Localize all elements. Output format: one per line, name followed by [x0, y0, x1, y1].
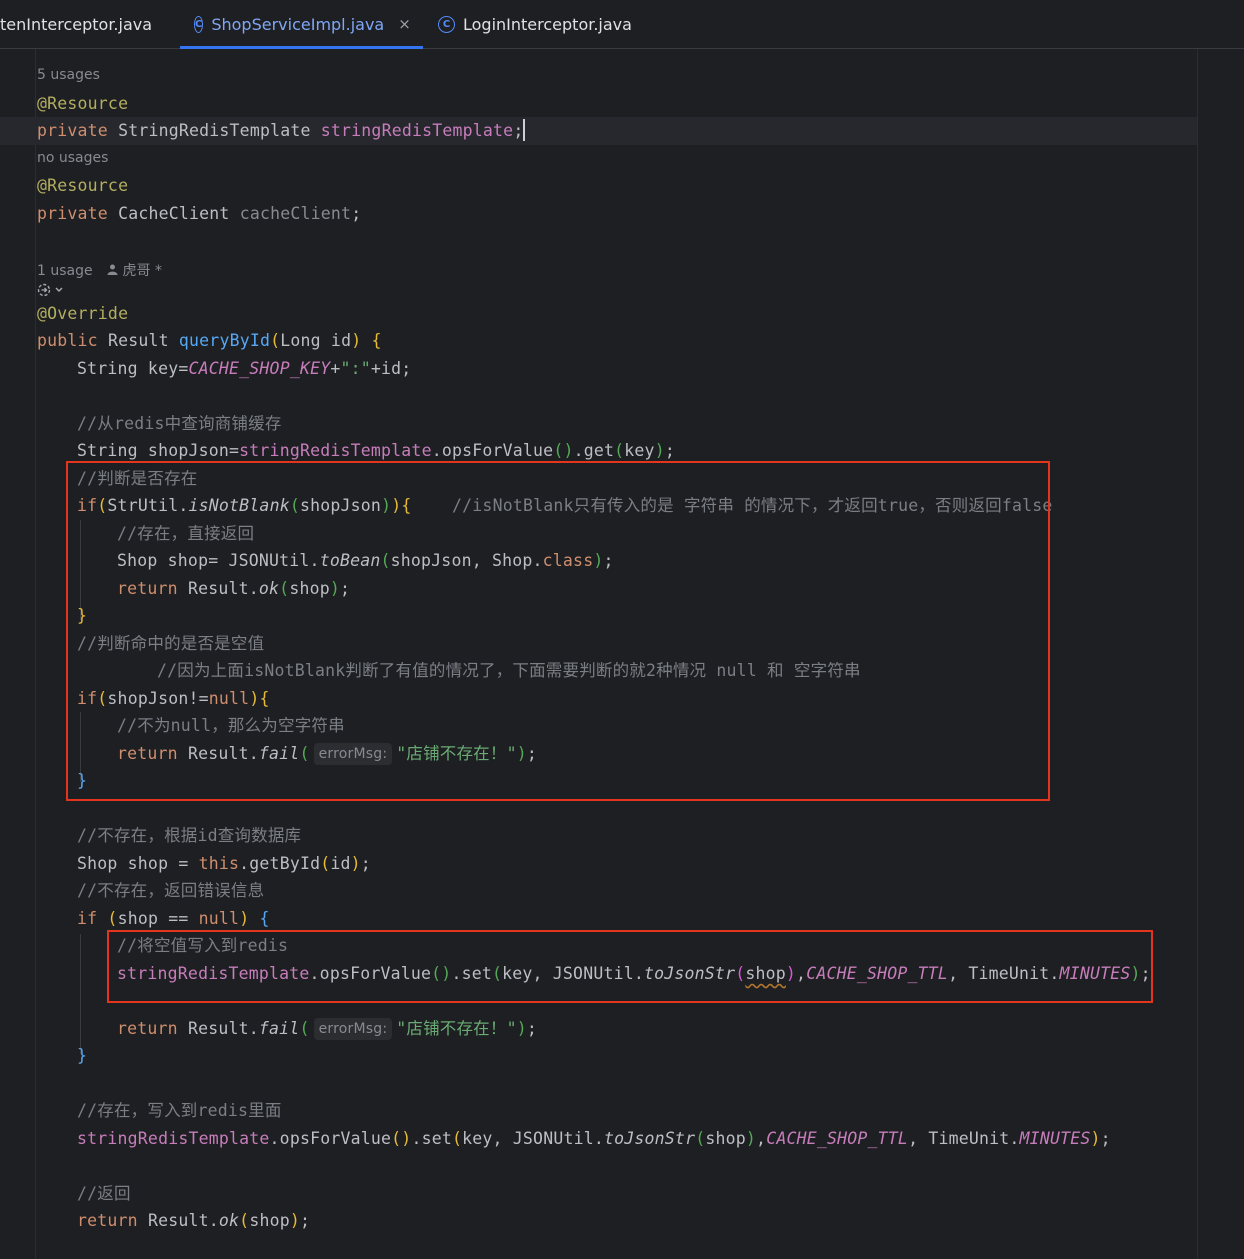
- highlight-box-null-write: [107, 930, 1153, 1003]
- code-comment: //不存在，根据id查询数据库: [77, 826, 302, 845]
- usages-hint[interactable]: 5 usages: [37, 67, 100, 83]
- code-line: private CacheClient cacheClient;: [37, 204, 362, 223]
- usages-hint[interactable]: no usages: [37, 150, 108, 166]
- right-margin-guide: [1197, 49, 1198, 1259]
- highlight-box-cache-check: [66, 461, 1050, 801]
- implementation-marker[interactable]: [37, 282, 67, 298]
- code-comment: //从redis中查询商铺缓存: [77, 414, 282, 433]
- code-comment: //返回: [77, 1184, 131, 1203]
- tab-label: ShopServiceImpl.java: [211, 14, 385, 34]
- close-icon[interactable]: ×: [398, 15, 411, 33]
- code-line: return Result.fail(errorMsg: "店铺不存在！");: [117, 1018, 537, 1040]
- class-icon: C: [438, 15, 455, 33]
- tab-label: tenInterceptor.java: [0, 14, 153, 34]
- parameter-hint: errorMsg:: [313, 1018, 393, 1040]
- code-line: String key=CACHE_SHOP_KEY+":"+id;: [77, 359, 412, 378]
- author-icon: [107, 263, 122, 279]
- code-line: public Result queryById(Long id) {: [37, 331, 382, 350]
- tab-label: LoginInterceptor.java: [463, 14, 632, 34]
- code-line: stringRedisTemplate.opsForValue().set(ke…: [77, 1129, 1111, 1148]
- code-line: return Result.ok(shop);: [77, 1211, 311, 1230]
- tab-login-interceptor[interactable]: C LoginInterceptor.java: [438, 0, 632, 48]
- tab-token-interceptor[interactable]: tenInterceptor.java: [0, 0, 152, 48]
- usages-hint: 1 usage 虎哥 *: [37, 263, 162, 279]
- code-comment: //不存在，返回错误信息: [77, 881, 265, 900]
- code-line: Shop shop = this.getById(id);: [77, 854, 371, 873]
- class-icon: C: [194, 15, 204, 33]
- code-line: @Resource: [37, 176, 129, 195]
- code-line: if (shop == null) {: [77, 909, 270, 928]
- code-comment: //存在，写入到redis里面: [77, 1101, 282, 1120]
- code-line: private StringRedisTemplate stringRedisT…: [37, 119, 526, 141]
- editor-tab-bar: tenInterceptor.java C ShopServiceImpl.ja…: [0, 0, 1244, 49]
- code-line: }: [77, 1046, 88, 1065]
- tab-shop-service-impl[interactable]: C ShopServiceImpl.java ×: [180, 0, 423, 49]
- code-line: @Override: [37, 304, 129, 323]
- code-line: @Resource: [37, 94, 129, 113]
- text-caret: [523, 119, 526, 141]
- gutter-divider: [35, 49, 36, 1259]
- indent-guide: [80, 934, 81, 1054]
